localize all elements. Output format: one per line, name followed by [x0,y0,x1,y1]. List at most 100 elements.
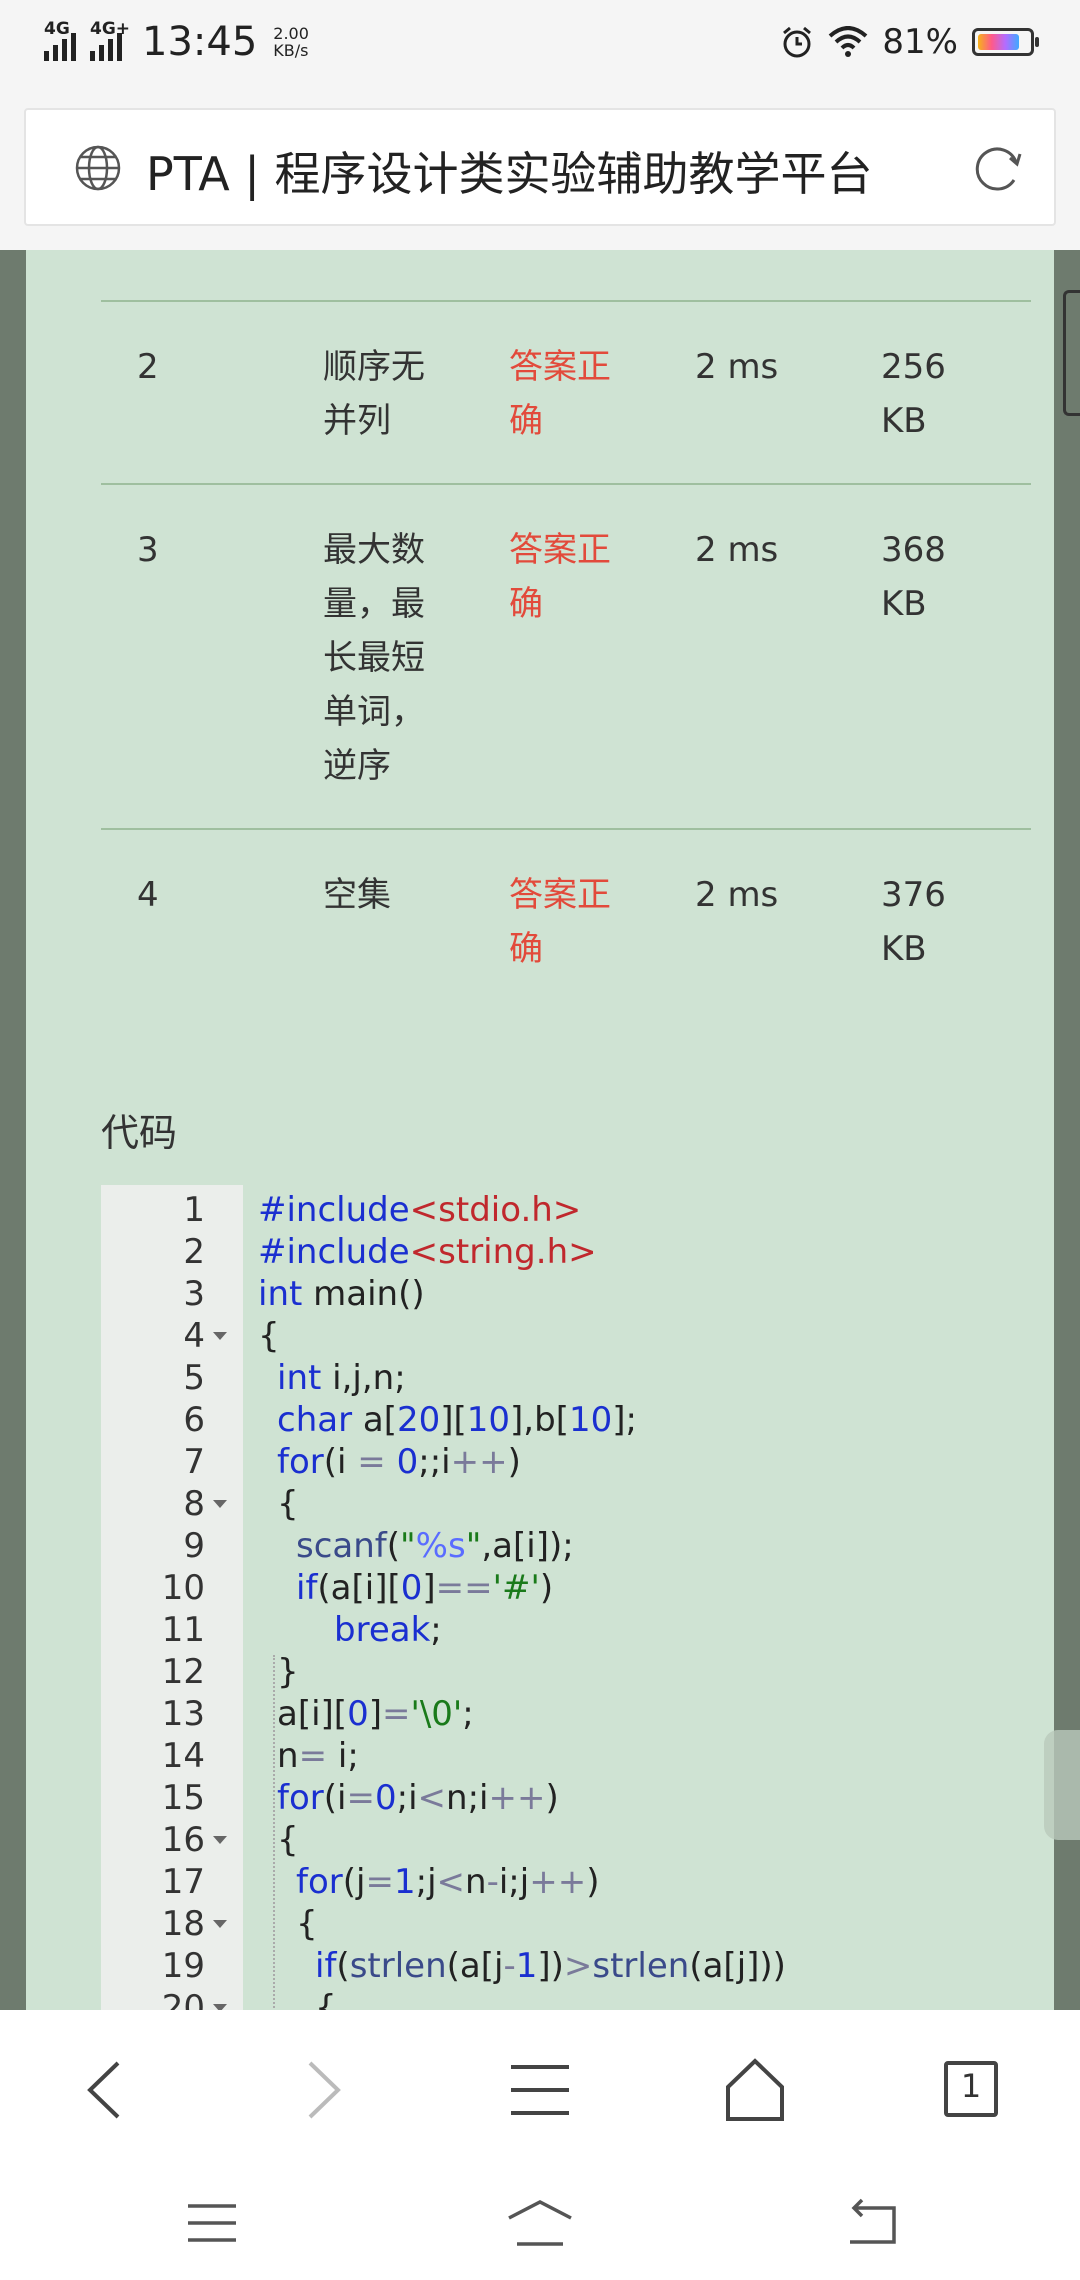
system-nav-bar [0,2160,1080,2280]
page-side-tab[interactable] [1063,290,1080,416]
case-status: 答案正确 [509,875,611,969]
globe-icon [75,145,121,191]
case-time: 2 ms [695,530,779,570]
code-text: { [277,1484,299,1525]
line-number: 18 [161,1904,205,1945]
home-icon[interactable] [505,2198,575,2248]
code-text: for(i=0;i<n;i++) [277,1778,559,1819]
address-bar[interactable]: PTA | 程序设计类实验辅助教学平台 [24,108,1056,226]
code-text: n= i; [277,1736,359,1777]
code-line: 12} [101,1651,1031,1693]
fold-arrow-icon[interactable] [213,1920,227,1929]
fold-arrow-icon[interactable] [213,1836,227,1845]
code-line: 13 a[i][0]='\0'; [101,1693,1031,1735]
code-text: int i,j,n; [277,1358,406,1398]
code-text: break; [334,1610,442,1651]
tabs-button[interactable]: 1 [936,2055,1006,2125]
case-memory: 368 KB [881,530,946,624]
line-number: 1 [183,1190,205,1230]
recents-icon[interactable] [182,2198,242,2248]
code-text: { [315,1988,337,2010]
network-speed-value: 2.00 [273,24,309,43]
code-line: 15 for(i=0;i<n;i++) [101,1777,1031,1819]
battery-level [978,34,1019,50]
back-icon[interactable] [840,2198,900,2248]
code-text: if(strlen(a[j-1])>strlen(a[j])) [315,1946,786,1987]
line-number: 10 [161,1568,205,1609]
fold-arrow-icon[interactable] [213,1500,227,1509]
line-number: 17 [161,1862,205,1903]
line-number: 8 [183,1484,205,1525]
code-viewer[interactable]: 1 #include<stdio.h> 2 #include<string.h> 3 in… [101,1185,1031,2010]
code-line: 10 if(a[i][0]=='#') [101,1567,1031,1609]
case-memory: 376 KB [881,875,946,969]
case-status: 答案正确 [509,530,611,624]
code-line: 1 #include<stdio.h> [101,1189,1031,1231]
page-title: PTA | 程序设计类实验辅助教学平台 [146,147,873,201]
code-heading: 代码 [101,1111,178,1155]
code-line: 3 int main() [101,1273,1031,1315]
line-number: 5 [183,1358,205,1398]
network-type-1: 4G [44,19,70,39]
code-line: 16 { [101,1819,1031,1861]
code-text: { [296,1904,318,1945]
code-line: 6 char a[20][10],b[10]; [101,1399,1031,1441]
battery-percent: 81% [882,22,958,62]
signal-1-icon: 4G [44,19,76,61]
case-id: 3 [137,530,159,570]
table-row: 2 顺序无 并列 答案正确 2 ms 256 KB [101,300,1031,485]
status-right: 81% [780,18,1039,66]
case-time: 2 ms [695,347,779,387]
home-icon[interactable] [720,2055,790,2125]
code-line: 7 for(i = 0;;i++) [101,1441,1031,1483]
web-page[interactable]: 2 顺序无 并列 答案正确 2 ms 256 KB 3 最大数 量，最 长最短 单词， 逆序… [0,250,1080,2010]
tab-count: 1 [960,2067,982,2105]
status-left: 4G 4G+ 13:45 2.00 KB/s [44,18,309,66]
code-text: a[i][0]='\0'; [277,1694,474,1735]
code-text: int main() [258,1274,425,1314]
menu-icon[interactable] [505,2055,575,2125]
code-text: } [277,1652,299,1693]
line-number: 19 [161,1946,205,1987]
clock: 13:45 [142,19,258,65]
code-line: 14 n= i; [101,1735,1031,1777]
browser-nav-bar: 1 [0,2010,1080,2160]
signal-2-icon: 4G+ [90,19,130,61]
network-type-2: 4G+ [90,19,131,39]
case-id: 4 [137,875,159,915]
code-line: 5 int i,j,n; [101,1357,1031,1399]
line-number: 16 [161,1820,205,1861]
code-line: 20 { [101,1987,1031,2010]
code-text: scanf("%s",a[i]); [296,1526,574,1567]
network-speed: 2.00 KB/s [273,25,309,59]
code-text: { [258,1316,280,1356]
code-line: 17 for(j=1;j<n-i;j++) [101,1861,1031,1903]
code-text: #include<stdio.h> [258,1190,582,1230]
code-line: 8{ [101,1483,1031,1525]
code-text: for(j=1;j<n-i;j++) [296,1862,600,1903]
code-line: 2 #include<string.h> [101,1231,1031,1273]
line-number: 15 [161,1778,205,1819]
alarm-icon [783,26,812,58]
fold-arrow-icon[interactable] [213,1332,227,1340]
line-number: 4 [183,1316,205,1356]
line-number: 2 [183,1232,205,1272]
network-speed-unit: KB/s [273,41,309,60]
browser-toolbar: PTA | 程序设计类实验辅助教学平台 [0,84,1080,250]
code-line: 11 break; [101,1609,1031,1651]
code-line: 9 scanf("%s",a[i]); [101,1525,1031,1567]
case-memory: 256 KB [881,347,946,441]
forward-icon[interactable] [288,2055,358,2125]
back-icon[interactable] [70,2055,140,2125]
content-sheet: 2 顺序无 并列 答案正确 2 ms 256 KB 3 最大数 量，最 长最短 单词， 逆序… [26,250,1054,2010]
floating-edge-button[interactable] [1044,1730,1080,1840]
battery-icon [972,28,1039,56]
reload-icon[interactable] [970,142,1024,196]
case-time: 2 ms [695,875,779,915]
line-number: 11 [161,1610,205,1651]
line-number: 12 [161,1652,205,1693]
code-text: if(a[i][0]=='#') [296,1568,554,1609]
code-line: 4{ [101,1315,1031,1357]
case-name: 顺序无 并列 [323,347,425,441]
case-name: 空集 [323,875,391,915]
